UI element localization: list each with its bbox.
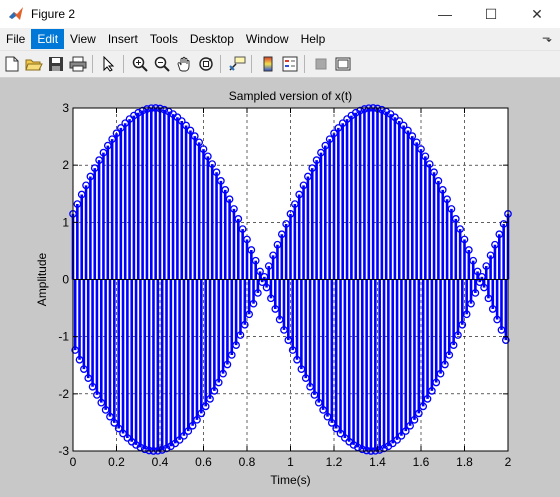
menu-help[interactable]: Help: [295, 29, 332, 49]
x-tick-label: 1.4: [369, 455, 386, 469]
minimize-button[interactable]: —: [422, 0, 468, 28]
x-axis-label: Time(s): [270, 473, 310, 487]
x-tick-label: 1.8: [456, 455, 473, 469]
y-tick-label: -1: [58, 330, 69, 344]
figure-canvas[interactable]: 0 0.2 0.4 0.6 0.8 1 1.2 1.4 1.6 1.8 2 3 2 1 0 -1 -2 -3 Sa…: [0, 78, 560, 497]
title-bar: Figure 2 — ☐ ✕: [0, 0, 560, 29]
toolbar-separator: [304, 55, 305, 73]
select-pointer-icon[interactable]: [99, 54, 119, 74]
menu-bar: File Edit View Insert Tools Desktop Wind…: [0, 28, 560, 51]
menu-window[interactable]: Window: [240, 29, 295, 49]
x-tick-label: 0.8: [239, 455, 256, 469]
menu-tools[interactable]: Tools: [144, 29, 184, 49]
x-tick-label: 0.4: [152, 455, 169, 469]
toolbar-separator: [220, 55, 221, 73]
x-tick-label: 0.6: [195, 455, 212, 469]
x-tick-label: 2: [505, 455, 512, 469]
window-title: Figure 2: [31, 7, 76, 21]
toolbar: [0, 51, 560, 78]
menu-insert[interactable]: Insert: [102, 29, 144, 49]
dock-arrow-icon[interactable]: ⬎: [542, 31, 552, 45]
toolbar-separator: [92, 55, 93, 73]
matlab-logo-icon: [9, 7, 23, 20]
y-tick-label: 0: [62, 273, 69, 287]
pan-hand-icon[interactable]: [174, 54, 194, 74]
menu-file[interactable]: File: [0, 29, 31, 49]
menu-edit[interactable]: Edit: [31, 29, 65, 49]
stem-plot[interactable]: 0 0.2 0.4 0.6 0.8 1 1.2 1.4 1.6 1.8 2 3 2 1 0 -1 -2 -3 Sa…: [0, 78, 560, 497]
show-plot-tools-icon[interactable]: [333, 54, 353, 74]
rotate-3d-icon[interactable]: [196, 54, 216, 74]
data-cursor-icon[interactable]: [227, 54, 247, 74]
window-controls: — ☐ ✕: [422, 0, 560, 28]
close-button[interactable]: ✕: [514, 0, 560, 28]
colorbar-icon[interactable]: [258, 54, 278, 74]
open-folder-icon[interactable]: [24, 54, 44, 74]
x-tick-label: 0: [70, 455, 77, 469]
y-tick-label: 2: [62, 158, 69, 172]
x-tick-label: 1: [287, 455, 294, 469]
x-tick-label: 1.6: [413, 455, 430, 469]
hide-plot-tools-icon[interactable]: [311, 54, 331, 74]
y-axis-label: Amplitude: [35, 253, 49, 307]
print-icon[interactable]: [68, 54, 88, 74]
toolbar-separator: [251, 55, 252, 73]
x-tick-label: 0.2: [108, 455, 125, 469]
x-tick-label: 1.2: [326, 455, 343, 469]
maximize-button[interactable]: ☐: [468, 0, 514, 28]
y-tick-label: 1: [62, 215, 69, 229]
menu-desktop[interactable]: Desktop: [184, 29, 240, 49]
chart-title: Sampled version of x(t): [229, 89, 352, 103]
zoom-in-icon[interactable]: [130, 54, 150, 74]
menu-view[interactable]: View: [64, 29, 102, 49]
y-tick-label: -2: [58, 387, 69, 401]
legend-icon[interactable]: [280, 54, 300, 74]
zoom-out-icon[interactable]: [152, 54, 172, 74]
new-file-icon[interactable]: [2, 54, 22, 74]
toolbar-separator: [123, 55, 124, 73]
y-tick-label: -3: [58, 444, 69, 458]
y-tick-label: 3: [62, 101, 69, 115]
save-icon[interactable]: [46, 54, 66, 74]
